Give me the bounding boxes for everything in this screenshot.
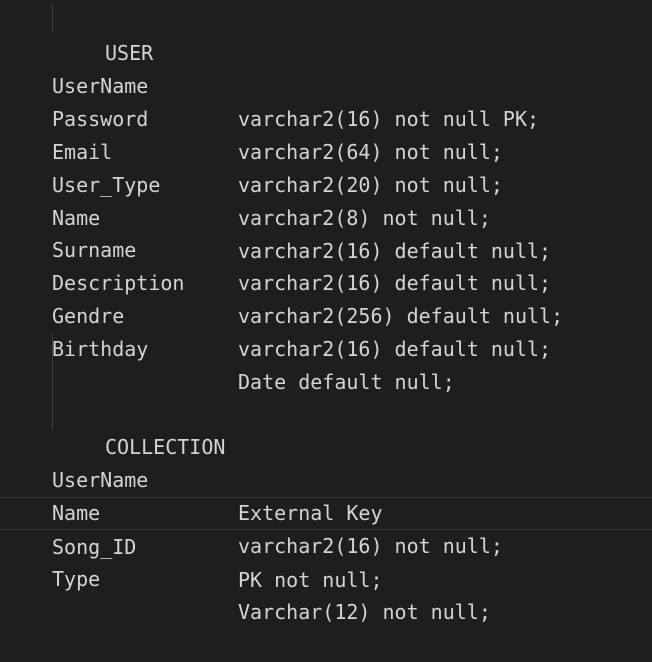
code-line[interactable]: Gendre varchar2(16) default null; — [0, 267, 652, 361]
field-name: Type — [52, 567, 101, 591]
code-line[interactable]: Email varchar2(20) not null; — [0, 103, 652, 197]
field-definition: Date default null; — [238, 370, 455, 394]
field-definition: PK not null; — [238, 568, 383, 592]
field-definition: Varchar(12) not null; — [238, 600, 491, 624]
code-line[interactable]: USER — [0, 4, 652, 65]
code-line[interactable]: COLLECTION — [0, 398, 652, 459]
code-editor[interactable]: USER UserName varchar2(16) not null PK; … — [0, 0, 652, 624]
code-line[interactable]: Name varchar2(16) default null; — [0, 169, 652, 263]
code-line[interactable]: Surname varchar2(16) default null; — [0, 201, 652, 295]
code-line[interactable]: Password varchar2(64) not null; — [0, 70, 652, 164]
code-line[interactable]: Birthday Date default null; — [0, 300, 652, 394]
code-line[interactable]: UserName varchar2(16) not null PK; — [0, 37, 652, 131]
field-definition: varchar2(16) default null; — [238, 337, 552, 361]
code-line[interactable]: User_Type varchar2(8) not null; — [0, 136, 652, 230]
code-line[interactable]: Description varchar2(256) default null; — [0, 234, 652, 328]
code-line-current[interactable]: Song_ID PK not null; — [0, 497, 652, 592]
code-line[interactable]: Name varchar2(16) not null; — [0, 464, 652, 558]
code-line[interactable]: UserName External Key — [0, 431, 652, 525]
field-name: Birthday — [52, 337, 149, 361]
code-line[interactable]: Type Varchar(12) not null; — [0, 530, 652, 624]
